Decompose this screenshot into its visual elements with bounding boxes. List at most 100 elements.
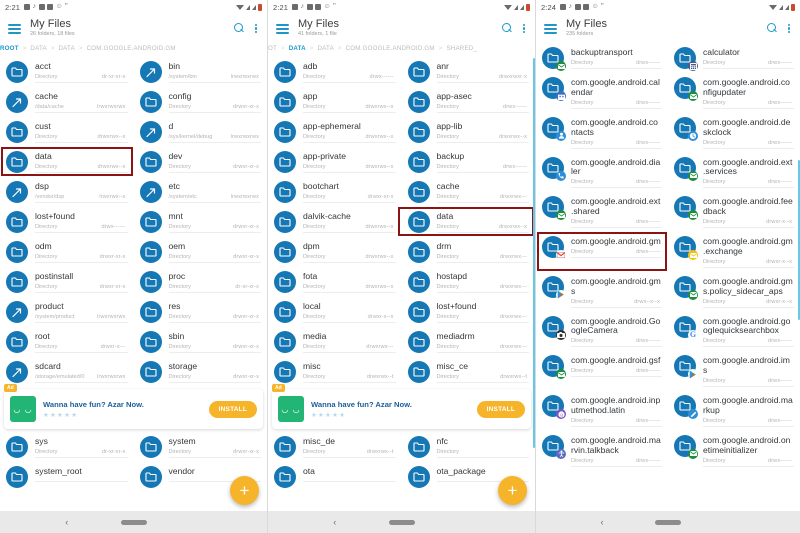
home-pill-icon[interactable] (388, 519, 415, 525)
breadcrumb-item[interactable]: DATA (318, 45, 334, 52)
file-list-item[interactable]: com.google.android.onetimeinitializer Dir… (668, 430, 800, 470)
file-list-item[interactable]: lost+found Directory drwx------ (0, 206, 134, 236)
ad-banner[interactable]: Ad ◡ ◡ Wanna have fun? Azar Now. ★★★★★ INSTA… (272, 384, 531, 429)
file-list-item[interactable]: anr Directory drwxrwxr-x (402, 56, 536, 86)
back-nav-icon[interactable]: ‹ (333, 517, 336, 527)
file-list-item[interactable]: nfc Directory (402, 431, 536, 461)
file-list-item[interactable]: data Directory drwxrwx--x (397, 206, 536, 236)
breadcrumb-item[interactable]: COM.GOOGLE.ANDROID.GM (87, 45, 176, 52)
file-list-item[interactable]: bootchart Directory drwxr-xr-x (268, 176, 402, 206)
file-list-item[interactable]: app-private Directory drwxrwx--x (268, 146, 402, 176)
file-list-item[interactable]: com.google.android.configupdater Director… (668, 72, 800, 112)
file-list-item[interactable]: misc Directory drwxrwx--t (268, 356, 402, 386)
ad-banner[interactable]: Ad ◡ ◡ Wanna have fun? Azar Now. ★★★★★ INSTA… (4, 384, 263, 429)
hamburger-icon[interactable] (276, 23, 289, 34)
file-list-item[interactable]: com.google.android.gsf Directory drwx-----… (536, 350, 668, 390)
breadcrumb-item[interactable]: OT (268, 45, 277, 52)
home-pill-icon[interactable] (655, 519, 681, 525)
add-fab-icon[interactable]: + (498, 476, 527, 505)
file-list-item[interactable]: bin/system/bin lrwxrwxrwx (134, 56, 268, 86)
file-list-item[interactable]: proc Directory dr-xr-xr-x (134, 266, 268, 296)
back-nav-icon[interactable]: ‹ (601, 517, 604, 527)
file-list-item[interactable]: com.google.android.markup Directory drwx--… (668, 390, 800, 430)
hamburger-icon[interactable] (8, 23, 21, 34)
breadcrumb-item[interactable]: ROOT (0, 45, 19, 52)
breadcrumb-item[interactable]: DATA (289, 45, 306, 52)
file-list-item[interactable]: sdcard/storage/emulated/0 lrwxrwxrwx (0, 356, 134, 386)
file-list-item[interactable]: lost+found Directory drwxrwx--- (402, 296, 536, 326)
file-list-item[interactable]: com.google.android.gms.policy_sidecar_ap… (668, 271, 800, 311)
file-list-item[interactable]: mediadrm Directory drwxrwx--- (402, 326, 536, 356)
file-list-item[interactable]: dalvik-cache Directory drwxrwx--x (268, 206, 402, 236)
ad-install-button[interactable]: INSTALL (208, 400, 257, 418)
file-list-item[interactable]: sys Directory dr-xr-xr-x (0, 431, 134, 461)
breadcrumb-item[interactable]: COM.GOOGLE.ANDROID.GM (346, 45, 435, 52)
kebab-menu-icon[interactable] (522, 23, 527, 34)
search-icon[interactable] (233, 23, 245, 34)
file-list-item[interactable]: d/sys/kernel/debug lrwxrwxrwx (134, 116, 268, 146)
file-list-item[interactable]: dpm Directory drwxrwx--x (268, 236, 402, 266)
file-list-item[interactable]: odm Directory drwxr-xr-x (0, 236, 134, 266)
file-list-item[interactable]: data Directory drwxrwx--x (0, 146, 134, 176)
file-list-item[interactable]: adb Directory drwx------ (268, 56, 402, 86)
file-list-item[interactable]: product/system/product lrwxrwxrwx (0, 296, 134, 326)
file-list-item[interactable]: media Directory drwxrwx--- (268, 326, 402, 356)
home-pill-icon[interactable] (120, 519, 147, 525)
file-list-item[interactable]: com.google.android.GoogleCamera Directory… (536, 311, 668, 351)
file-list-item[interactable]: storage Directory drwxr-xr-x (134, 356, 268, 386)
file-list-item[interactable]: com.google.android.marvin.talkback Direct… (536, 430, 668, 470)
file-list-item[interactable]: system_root (0, 461, 134, 491)
file-list-item[interactable]: ota (268, 461, 402, 491)
file-list-item[interactable]: backuptransport Directory drwx------ (536, 42, 668, 72)
kebab-menu-icon[interactable] (787, 23, 792, 34)
file-list-item[interactable]: res Directory drwxr-xr-x (134, 296, 268, 326)
file-list-item[interactable]: misc_de Directory drwxrwx--t (268, 431, 402, 461)
file-list-item[interactable]: mnt Directory drwxr-xr-x (134, 206, 268, 236)
file-list-item[interactable]: app-lib Directory drwxrwx--x (402, 116, 536, 146)
file-list-item[interactable]: root Directory drwxr-x--- (0, 326, 134, 356)
file-list-item[interactable]: com.google.android.gm Directory drwx------ (536, 231, 668, 271)
file-list-item[interactable]: com.google.android.calendar Directory drwx… (536, 72, 668, 112)
file-list-item[interactable]: system Directory drwxr-xr-x (134, 431, 268, 461)
file-list-item[interactable]: com.google.android.ext.shared Directory dr… (536, 191, 668, 231)
hamburger-icon[interactable] (544, 23, 557, 34)
scrollbar-thumb[interactable] (532, 58, 535, 448)
file-list-item[interactable]: com.google.android.deskclock Directory drw… (668, 112, 800, 152)
search-icon[interactable] (766, 23, 778, 34)
file-list-item[interactable]: com.google.android.ims Directory drwx-----… (668, 350, 800, 390)
search-icon[interactable] (501, 23, 513, 34)
file-list-item[interactable]: cache Directory drwxrwx--- (402, 176, 536, 206)
file-list-item[interactable]: etc/system/etc lrwxrwxrwx (134, 176, 268, 206)
file-list-item[interactable]: config Directory drwxr-xr-x (134, 86, 268, 116)
breadcrumb-item[interactable]: SHARED_ (446, 45, 477, 52)
file-list-item[interactable]: hostapd Directory drwxrwx--- (402, 266, 536, 296)
file-list-item[interactable]: com.google.android.contacts Directory drwx… (536, 112, 668, 152)
file-list-item[interactable]: com.google.android.dialer Directory drwx--… (536, 152, 668, 192)
file-list-item[interactable]: Gcom.google.android.googlequicksearchbox… (668, 311, 800, 351)
file-list-item[interactable]: sbin Directory drwxr-xr-x (134, 326, 268, 356)
file-list-item[interactable]: cache/data/cache lrwxrwxrwx (0, 86, 134, 116)
file-list-item[interactable]: g com.google.android.inputmethod.latin Dir… (536, 390, 668, 430)
file-list-item[interactable]: app Directory drwxrwx--x (268, 86, 402, 116)
file-list-item[interactable]: oem Directory drwxr-xr-x (134, 236, 268, 266)
file-list-item[interactable]: dev Directory drwxr-xr-x (134, 146, 268, 176)
file-list-item[interactable]: calculator Directory drwx------ (668, 42, 800, 72)
breadcrumb-item[interactable]: DATA (59, 45, 75, 52)
breadcrumb-item[interactable]: DATA (30, 45, 46, 52)
file-list-item[interactable]: com.google.android.gms Directory drwx--x--… (536, 271, 668, 311)
file-list-item[interactable]: acct Directory dr-xr-xr-x (0, 56, 134, 86)
file-list-item[interactable]: com.google.android.gm.exchange Directory d… (668, 231, 800, 271)
file-list-item[interactable]: app-ephemeral Directory drwxrwx--x (268, 116, 402, 146)
ad-install-button[interactable]: INSTALL (476, 400, 525, 418)
file-list-item[interactable]: app-asec Directory drwx------ (402, 86, 536, 116)
file-list-item[interactable]: com.google.android.feedback Directory drwx… (668, 191, 800, 231)
add-fab-icon[interactable]: + (230, 476, 259, 505)
file-list-item[interactable]: misc_ce Directory drwxrwx--t (402, 356, 536, 386)
file-list-item[interactable]: dsp/vendor/dsp lrwxrwx--x (0, 176, 134, 206)
file-list-item[interactable]: local Directory drwxr-x--x (268, 296, 402, 326)
back-nav-icon[interactable]: ‹ (65, 517, 68, 527)
file-list-item[interactable]: fota Directory drwxrwx--x (268, 266, 402, 296)
file-list-item[interactable]: drm Directory drwxrwx--- (402, 236, 536, 266)
file-list-item[interactable]: com.google.android.ext.services Directory… (668, 152, 800, 192)
kebab-menu-icon[interactable] (254, 23, 259, 34)
